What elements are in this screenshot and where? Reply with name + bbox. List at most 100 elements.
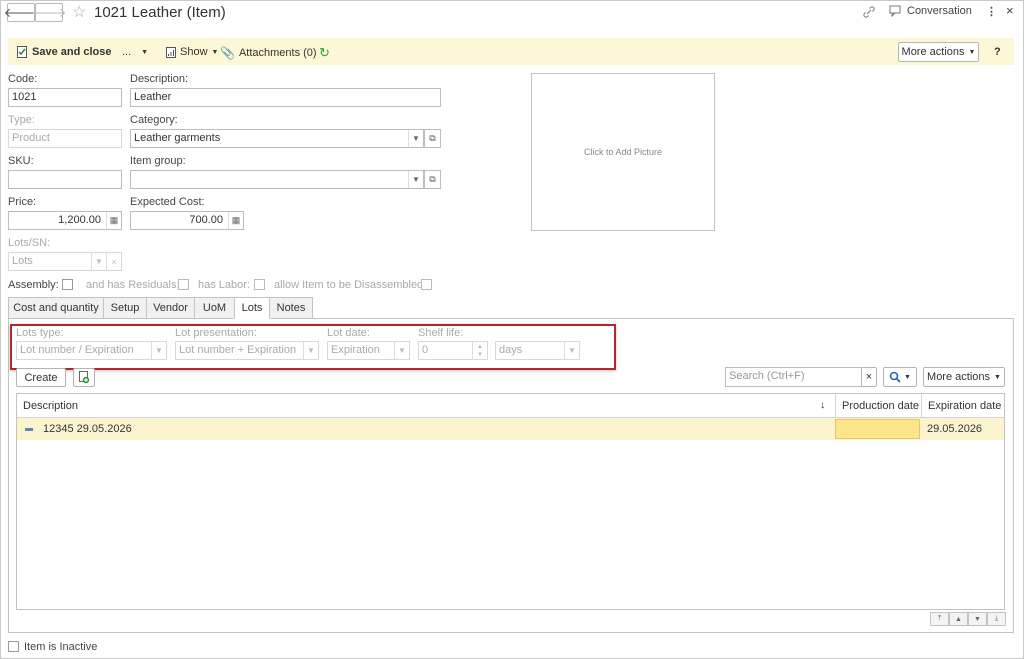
chevron-down-icon: ▼ (91, 253, 106, 270)
has-residuals-checkbox[interactable] (178, 279, 189, 290)
conversation-button[interactable]: Conversation (889, 5, 972, 17)
code-field[interactable]: 1021 (8, 88, 122, 107)
has-labor-checkbox[interactable] (254, 279, 265, 290)
chevron-down-icon[interactable]: ▼ (408, 171, 423, 188)
shelf-life-field: 0 ▲ ▼ (418, 341, 488, 360)
item-inactive-checkbox[interactable] (8, 641, 19, 652)
caret-down-icon: ▼ (968, 48, 976, 56)
search-options-button[interactable]: ▼ (883, 367, 917, 387)
help-button[interactable]: ? (994, 46, 1001, 58)
calculator-icon[interactable]: ▦ (106, 212, 121, 229)
item-group-label: Item group: (130, 155, 186, 167)
last-page-icon[interactable]: ⤓ (987, 612, 1006, 626)
tab-notes[interactable]: Notes (269, 297, 313, 319)
more-commands-button[interactable]: ... ▼ (122, 46, 148, 58)
arrow-right-icon: 🡒 (31, 4, 67, 20)
link-button[interactable] (862, 5, 876, 19)
item-group-field[interactable]: ▼ (130, 170, 424, 189)
spinner-icon: ▲ ▼ (472, 342, 487, 359)
conversation-label: Conversation (907, 5, 972, 17)
lots-type-label: Lots type: (16, 327, 64, 339)
tab-cost-and-quantity[interactable]: Cost and quantity (8, 297, 104, 319)
open-category-button[interactable]: ⧉ (424, 129, 441, 148)
caret-down-icon: ▼ (211, 48, 219, 56)
save-and-close-button[interactable]: Save and close (17, 46, 112, 58)
close-icon[interactable]: × (1006, 3, 1014, 18)
description-field[interactable]: Leather (130, 88, 441, 107)
search-icon (889, 371, 901, 383)
column-header-production-date[interactable]: Production date (835, 394, 921, 418)
category-field[interactable]: Leather garments ▼ (130, 129, 424, 148)
favorite-star-icon[interactable]: ☆ (72, 2, 86, 22)
refresh-icon[interactable]: ↻ (319, 45, 330, 61)
has-labor-label: has Labor: (198, 279, 250, 291)
price-label: Price: (8, 196, 37, 208)
item-picture-placeholder[interactable]: Click to Add Picture (531, 73, 715, 231)
command-bar (8, 38, 1014, 65)
calculator-icon[interactable]: ▦ (228, 212, 243, 229)
tab-vendor[interactable]: Vendor (146, 297, 195, 319)
expected-cost-field[interactable]: 700.00 ▦ (130, 211, 244, 230)
lots-type-field: Lot number / Expiration ▼ (16, 341, 167, 360)
show-menu-button[interactable]: Show ▼ (166, 46, 218, 58)
link-icon (863, 6, 875, 18)
lot-presentation-field: Lot number + Expiration ▼ (175, 341, 319, 360)
forward-button[interactable]: 🡒 (32, 3, 66, 22)
caret-down-icon: ▼ (904, 373, 911, 381)
paperclip-icon: 📎 (220, 46, 235, 60)
chevron-down-icon[interactable]: ▼ (408, 130, 423, 147)
description-label: Description: (130, 73, 189, 85)
save-icon (17, 46, 27, 58)
copy-row-button[interactable] (73, 368, 95, 387)
disassemble-label: allow Item to be Disassembled: (274, 279, 427, 291)
row-production-date-cell[interactable] (835, 419, 920, 439)
table-row[interactable]: 12345 29.05.2026 29.05.2026 (17, 418, 1004, 440)
lot-date-label: Lot date: (327, 327, 370, 339)
has-residuals-label: and has Residuals: (86, 279, 180, 291)
chevron-down-icon: ▼ (564, 342, 579, 359)
tab-uom[interactable]: UoM (194, 297, 235, 319)
row-description-cell[interactable]: 12345 29.05.2026 (43, 418, 132, 440)
code-label: Code: (8, 73, 38, 85)
category-label: Category: (130, 114, 178, 126)
first-page-icon[interactable]: ⤒ (930, 612, 949, 626)
grid-more-actions-button[interactable]: More actions ▼ (923, 367, 1005, 387)
sku-label: SKU: (8, 155, 34, 167)
add-document-icon (79, 371, 90, 384)
expected-cost-label: Expected Cost: (130, 196, 205, 208)
shelf-life-unit-field: days ▼ (495, 341, 580, 360)
lots-sn-field: Lots ▼ × (8, 252, 122, 271)
chevron-down-icon: ▼ (303, 342, 318, 359)
clear-search-button[interactable]: × (861, 367, 877, 387)
conversation-icon (889, 5, 901, 17)
disassemble-checkbox[interactable] (421, 279, 432, 290)
assembly-checkbox[interactable] (62, 279, 73, 290)
chevron-down-icon: ▼ (151, 342, 166, 359)
assembly-label: Assembly: (8, 279, 59, 291)
item-inactive-label: Item is Inactive (24, 641, 98, 653)
sku-field[interactable] (8, 170, 122, 189)
chevron-down-icon: ▼ (394, 342, 409, 359)
previous-page-icon[interactable]: ▲ (949, 612, 968, 626)
type-label: Type: (8, 114, 35, 126)
row-expiration-date-cell[interactable]: 29.05.2026 (927, 418, 982, 440)
kebab-menu-icon[interactable]: ⋮ (986, 5, 997, 18)
lot-presentation-label: Lot presentation: (175, 327, 257, 339)
search-input[interactable]: Search (Ctrl+F) (725, 367, 862, 387)
column-header-expiration-date[interactable]: Expiration date (921, 394, 1006, 418)
more-actions-button[interactable]: More actions ▼ (898, 42, 979, 62)
sort-arrow-icon[interactable]: ↓ (820, 399, 826, 411)
page-title: 1021 Leather (Item) (94, 4, 226, 21)
tab-lots[interactable]: Lots (234, 297, 270, 319)
open-external-icon: ⧉ (429, 133, 436, 143)
price-field[interactable]: 1,200.00 ▦ (8, 211, 122, 230)
tab-setup[interactable]: Setup (103, 297, 147, 319)
open-external-icon: ⧉ (429, 174, 436, 184)
next-page-icon[interactable]: ▼ (968, 612, 987, 626)
type-field: Product (8, 129, 122, 148)
column-header-description[interactable]: Description (17, 394, 835, 418)
lot-date-field: Expiration ▼ (327, 341, 410, 360)
create-button[interactable]: Create (16, 368, 66, 387)
attachments-button[interactable]: 📎 Attachments (0) (220, 46, 317, 60)
open-item-group-button[interactable]: ⧉ (424, 170, 441, 189)
